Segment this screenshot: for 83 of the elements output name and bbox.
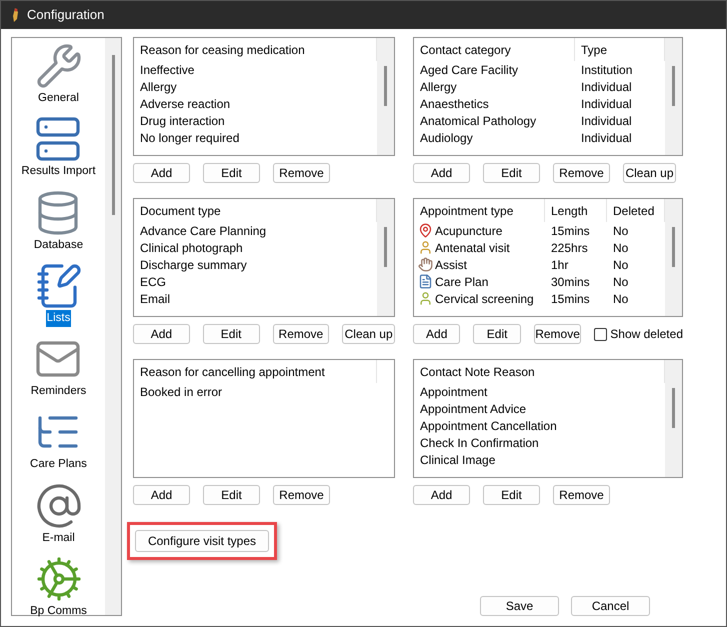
configure-button[interactable]: Configure visit types [135, 530, 269, 552]
column-header[interactable]: Reason for ceasing medication [140, 40, 305, 58]
list-cell[interactable]: Booked in error [140, 382, 222, 400]
list-cell[interactable]: Allergy [420, 78, 457, 96]
list-cell[interactable]: Institution [581, 60, 632, 78]
list-cell[interactable]: 30mins [551, 272, 590, 290]
dialog-button[interactable]: Edit [473, 324, 521, 344]
list-cell[interactable]: Individual [581, 112, 632, 130]
dialog-button[interactable]: Add [133, 485, 190, 505]
dialog-button[interactable]: Edit [203, 485, 260, 505]
list-cell[interactable]: Cervical screening [435, 290, 534, 308]
list-cell[interactable]: No [613, 272, 628, 290]
list-cell[interactable]: No [613, 238, 628, 256]
list-cell[interactable]: Individual [581, 128, 632, 146]
dialog-button[interactable]: Add [413, 324, 460, 344]
sidebar-item[interactable]: General [37, 90, 80, 108]
sidebar-item[interactable]: Lists [46, 310, 72, 327]
list-cell[interactable]: 225hrs [551, 238, 588, 256]
list-cell[interactable]: Individual [581, 78, 632, 96]
list-cell[interactable]: Appointment Advice [420, 400, 526, 418]
dialog-button[interactable]: Remove [272, 324, 330, 344]
list-cell[interactable]: No [613, 256, 628, 274]
list-cell[interactable]: ECG [140, 272, 166, 290]
dialog-button[interactable]: Edit [202, 324, 260, 344]
list-cell[interactable]: Audiology [420, 128, 473, 146]
dialog-button[interactable]: Add [413, 485, 470, 505]
list-cell[interactable]: Individual [581, 94, 632, 112]
list-cell[interactable]: Check In Confirmation [420, 434, 539, 452]
sidebar-item[interactable]: Reminders [30, 383, 88, 400]
list-cell[interactable]: 1hr [551, 256, 568, 274]
list-cell[interactable]: 15mins [551, 222, 590, 240]
dialog-button[interactable]: Cancel [571, 596, 650, 616]
list-cell[interactable]: Anatomical Pathology [420, 112, 536, 130]
sidebar-item[interactable]: Care Plans [29, 456, 88, 474]
column-header[interactable]: Reason for cancelling appointment [140, 362, 325, 380]
list-cell[interactable]: Clinical photograph [140, 238, 243, 256]
sidebar-item[interactable]: Bp Comms [29, 602, 88, 620]
list-cell[interactable]: Appointment Cancellation [420, 416, 557, 434]
list-cell[interactable]: Email [140, 290, 170, 308]
list-cell[interactable]: Discharge summary [140, 256, 247, 274]
sidebar-item[interactable]: Database [32, 236, 84, 254]
list-cell[interactable]: Ineffective [140, 60, 194, 78]
dialog-button[interactable]: Add [133, 324, 190, 344]
list-cell[interactable]: Adverse reaction [140, 94, 230, 112]
dialog-button[interactable]: Edit [483, 485, 540, 505]
list-cell[interactable]: Advance Care Planning [140, 222, 266, 240]
column-header[interactable]: Document type [140, 202, 221, 220]
list-cell[interactable]: Aged Care Facility [420, 60, 518, 78]
dialog-button[interactable]: Save [480, 596, 559, 616]
sidebar-item[interactable]: Results Import [20, 163, 97, 180]
dialog-button[interactable]: Remove [273, 163, 330, 183]
dialog-button[interactable]: Remove [553, 485, 610, 505]
dialog-button[interactable]: Remove [273, 485, 330, 505]
dialog-button[interactable]: Remove [553, 163, 610, 183]
window-title: Configuration [27, 6, 104, 24]
dialog-button[interactable]: Clean up [342, 324, 396, 344]
dialog-button[interactable]: Remove [534, 324, 582, 344]
column-header[interactable]: Contact Note Reason [420, 362, 535, 380]
list-cell[interactable]: Allergy [140, 78, 177, 96]
sidebar-item[interactable]: E-mail [41, 530, 76, 547]
list-cell[interactable]: No [613, 222, 628, 240]
checkbox-label[interactable]: Show deleted [610, 325, 683, 343]
column-header[interactable]: Contact category [420, 40, 511, 58]
list-cell[interactable]: Care Plan [435, 272, 488, 290]
list-cell[interactable]: 15mins [551, 290, 590, 308]
list-cell[interactable]: Acupuncture [435, 222, 502, 240]
dialog-button[interactable]: Add [133, 163, 190, 183]
column-header[interactable]: Appointment type [420, 202, 514, 220]
list-cell[interactable]: No longer required [140, 128, 240, 146]
dialog-button[interactable]: Add [413, 163, 470, 183]
dialog-button[interactable]: Clean up [623, 163, 676, 183]
column-header[interactable]: Type [581, 40, 608, 58]
list-cell[interactable]: Anaesthetics [420, 94, 489, 112]
list-cell[interactable]: Clinical Image [420, 450, 496, 468]
dialog-button[interactable]: Edit [203, 163, 260, 183]
list-cell[interactable]: No [613, 290, 628, 308]
list-cell[interactable]: Antenatal visit [435, 238, 510, 256]
list-cell[interactable]: Appointment [420, 382, 488, 400]
column-header[interactable]: Length [551, 202, 588, 220]
dialog-button[interactable]: Edit [483, 163, 540, 183]
list-cell[interactable]: Assist [435, 256, 468, 274]
column-header[interactable]: Deleted [613, 202, 654, 220]
list-cell[interactable]: Drug interaction [140, 112, 225, 130]
